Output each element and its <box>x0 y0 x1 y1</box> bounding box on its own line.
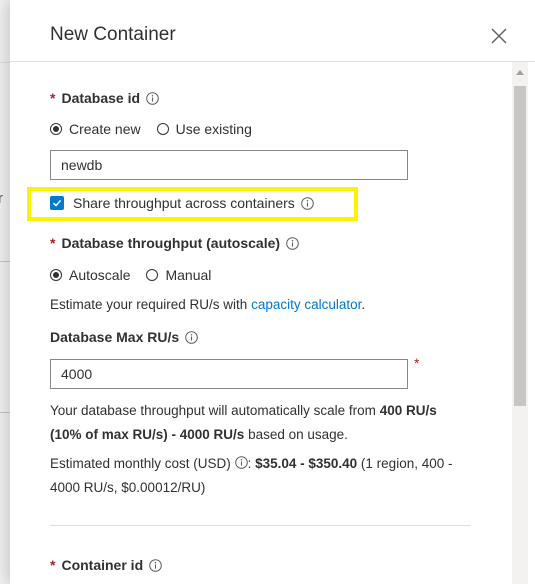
radio-button[interactable] <box>156 123 169 135</box>
backdrop-divider <box>0 62 10 63</box>
autoscale-note-part2: based on usage. <box>244 427 348 442</box>
autoscale-note: Your database throughput will automatica… <box>50 399 470 447</box>
database-id-radio-group: Create new Use existing <box>50 121 268 137</box>
database-id-input[interactable] <box>50 150 408 180</box>
section-divider <box>50 525 471 526</box>
checkmark-icon <box>52 199 62 207</box>
estimate-suffix: . <box>361 297 366 312</box>
capacity-calculator-link[interactable]: capacity calculator <box>251 297 361 312</box>
required-marker: * <box>50 235 56 251</box>
new-container-panel: New Container * Database id Create new U… <box>10 0 535 584</box>
radio-create-new[interactable]: Create new <box>50 121 141 137</box>
info-icon[interactable] <box>234 456 248 469</box>
backdrop-divider <box>0 412 10 413</box>
close-button[interactable] <box>488 25 510 47</box>
radio-button[interactable] <box>146 269 159 281</box>
database-id-label-row: * Database id <box>50 90 159 106</box>
required-marker: * <box>414 355 420 371</box>
estimate-text: Estimate your required RU/s with capacit… <box>50 293 365 317</box>
max-rus-label-row: Database Max RU/s <box>50 329 198 345</box>
cost-separator: : <box>247 456 256 471</box>
container-id-label-row: * Container id <box>50 557 162 573</box>
backdrop-divider <box>0 261 10 262</box>
radio-label: Use existing <box>175 121 252 137</box>
autoscale-note-part1: Your database throughput will automatica… <box>50 403 380 418</box>
cost-label: Estimated monthly cost (USD) <box>50 456 235 471</box>
radio-label: Manual <box>165 267 212 283</box>
database-throughput-label: Database throughput (autoscale) <box>61 235 281 251</box>
scroll-thumb[interactable] <box>514 86 526 406</box>
radio-autoscale[interactable]: Autoscale <box>50 267 130 283</box>
backdrop-page <box>0 0 10 584</box>
database-throughput-label-row: * Database throughput (autoscale) <box>50 235 299 251</box>
container-id-label: Container id <box>61 557 144 573</box>
radio-label: Create new <box>69 121 141 137</box>
database-id-label: Database id <box>61 90 141 106</box>
max-rus-label: Database Max RU/s <box>50 329 180 345</box>
radio-manual[interactable]: Manual <box>146 267 211 283</box>
info-icon[interactable] <box>146 91 159 105</box>
radio-button[interactable] <box>50 269 62 281</box>
info-icon[interactable] <box>185 330 198 344</box>
estimate-prefix: Estimate your required RU/s with <box>50 297 252 312</box>
throughput-radio-group: Autoscale Manual <box>50 267 227 283</box>
share-throughput-checkbox[interactable] <box>50 196 64 210</box>
cost-estimate: Estimated monthly cost (USD) : $35.04 - … <box>50 452 475 500</box>
scroll-up-arrow-icon[interactable] <box>516 70 524 75</box>
required-marker: * <box>50 90 56 106</box>
backdrop-partial-text: r <box>0 190 3 207</box>
vertical-scrollbar[interactable] <box>512 62 528 584</box>
info-icon[interactable] <box>149 558 162 572</box>
header-divider <box>10 61 535 62</box>
max-rus-input[interactable] <box>50 359 408 389</box>
share-throughput-row: Share throughput across containers <box>50 195 314 211</box>
cost-range: $35.04 - $350.40 <box>255 456 358 471</box>
required-marker: * <box>50 557 56 573</box>
info-icon[interactable] <box>301 196 314 210</box>
close-icon <box>491 28 507 44</box>
radio-button[interactable] <box>50 123 62 135</box>
radio-use-existing[interactable]: Use existing <box>156 121 252 137</box>
share-throughput-label: Share throughput across containers <box>73 195 295 211</box>
radio-label: Autoscale <box>69 267 131 283</box>
info-icon[interactable] <box>286 236 299 250</box>
panel-title: New Container <box>50 24 176 45</box>
